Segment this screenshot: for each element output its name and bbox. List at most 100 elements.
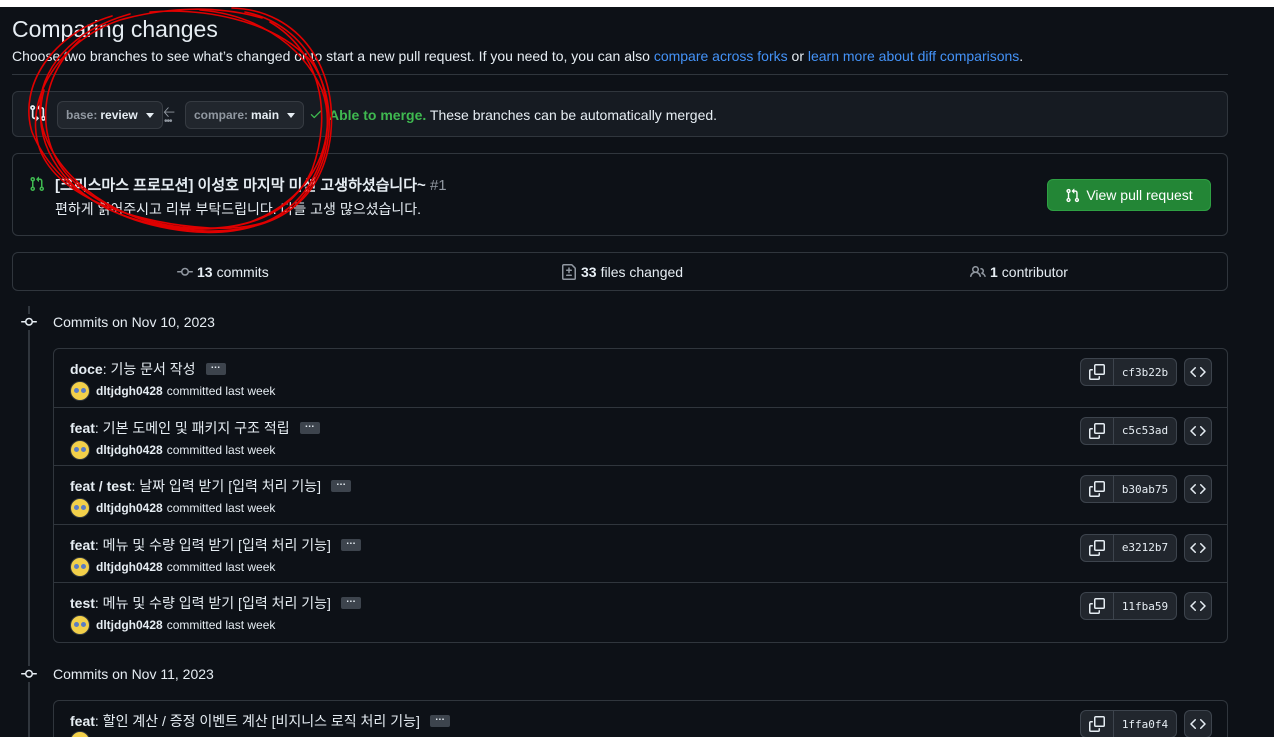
pr-title-text[interactable]: [크리스마스 프로모션] 이성호 마지막 미션 고생하셨습니다~ [55, 177, 426, 194]
files-count: 33 [581, 264, 597, 280]
commit-type[interactable]: feat / test [70, 478, 131, 494]
commit-author[interactable]: dltjdgh0428 [96, 501, 163, 515]
commit-row: doce : 기능 문서 작성 … dltjdgh0428 committed la… [54, 349, 1227, 408]
commit-row: feat / test : 날짜 입력 받기 [입력 처리 기능] … dltjd… [54, 466, 1227, 525]
sha-button-group: cf3b22b [1080, 358, 1177, 386]
files-label: files changed [600, 264, 684, 280]
subtitle-or: or [787, 48, 808, 64]
sha-button-group: e3212b7 [1080, 533, 1177, 562]
commit-sha-link[interactable]: cf3b22b [1114, 359, 1176, 385]
pull-request-title[interactable]: [크리스마스 프로모션] 이성호 마지막 미션 고생하셨습니다~ #1 [55, 174, 447, 195]
view-pull-request-button[interactable]: View pull request [1047, 179, 1211, 211]
dots-icon: ••• [164, 116, 172, 127]
commit-type[interactable]: feat [70, 713, 95, 729]
commit-row: feat : 메뉴 및 수량 입력 받기 [입력 처리 기능] … dltjdgh… [54, 525, 1227, 583]
commit-sha-link[interactable]: 11fba59 [1114, 593, 1176, 619]
expand-message-button[interactable]: … [299, 419, 320, 434]
overview-stats: 13 commits 33 files changed 1 contributo… [12, 252, 1228, 291]
commit-time: committed last week [166, 559, 276, 574]
commit-message[interactable]: feat : 기본 도메인 및 패키지 구조 적립 … [70, 418, 320, 438]
commit-sha-link[interactable]: c5c53ad [1114, 418, 1176, 444]
commit-summary[interactable]: : 메뉴 및 수량 입력 받기 [입력 처리 기능] [95, 535, 331, 555]
commit-type[interactable]: feat [70, 420, 95, 436]
copy-icon [1089, 364, 1105, 380]
avatar[interactable] [70, 556, 90, 577]
copy-icon [1089, 481, 1105, 497]
files-changed-tab[interactable]: 33 files changed [561, 264, 683, 280]
commits-count: 13 [197, 264, 213, 280]
copy-sha-button[interactable] [1081, 711, 1114, 737]
commit-summary[interactable]: : 기능 문서 작성 [103, 359, 196, 379]
compare-branch-select[interactable]: compare: main [185, 101, 305, 129]
commits-tab[interactable]: 13 commits [177, 264, 269, 280]
expand-message-button[interactable]: … [429, 713, 450, 727]
chevron-down-icon [145, 112, 154, 118]
sha-button-group: c5c53ad [1080, 416, 1177, 445]
commit-row: feat : 기본 도메인 및 패키지 구조 적립 … dltjdgh0428 co… [54, 408, 1227, 466]
commit-author[interactable]: dltjdgh0428 [96, 560, 163, 574]
browse-repo-button[interactable] [1184, 533, 1212, 562]
merge-status-label: Able to merge. [329, 107, 427, 123]
commit-type[interactable]: doce [70, 361, 103, 377]
commit-author[interactable]: dltjdgh0428 [96, 618, 163, 632]
contributors-count: 1 [990, 264, 998, 280]
contributors-tab[interactable]: 1 contributor [970, 264, 1068, 280]
expand-message-button[interactable]: … [340, 536, 361, 551]
commit-icon [177, 267, 193, 276]
copy-sha-button[interactable] [1081, 476, 1114, 502]
copy-sha-button[interactable] [1081, 534, 1114, 561]
pull-request-icon [1066, 188, 1080, 202]
expand-message-button[interactable]: … [340, 595, 361, 609]
commit-author[interactable]: dltjdgh0428 [96, 443, 163, 457]
code-icon [1190, 718, 1206, 730]
commit-list: doce : 기능 문서 작성… dltjdgh0428 committed la… [53, 348, 1228, 643]
browse-repo-button[interactable] [1184, 592, 1212, 620]
browse-repo-button[interactable] [1184, 358, 1212, 386]
copy-icon [1089, 539, 1105, 556]
commit-meta: dltjdgh0428 committed last week [70, 556, 276, 577]
commit-summary[interactable]: : 메뉴 및 수량 입력 받기 [입력 처리 기능] [95, 593, 331, 613]
avatar[interactable] [70, 615, 90, 635]
avatar[interactable] [70, 439, 90, 460]
commit-message[interactable]: feat : 메뉴 및 수량 입력 받기 [입력 처리 기능] … [70, 535, 361, 555]
commit-author[interactable]: dltjdgh0428 [96, 384, 163, 398]
browse-repo-button[interactable] [1184, 475, 1212, 503]
commit-row: feat : 할인 계산 / 증정 이벤트 계산 [비지니스 로직 처리 기능]… [54, 701, 1227, 737]
commit-type[interactable]: test [70, 595, 95, 611]
avatar[interactable] [70, 731, 90, 737]
commit-type[interactable]: feat [70, 537, 95, 553]
copy-icon [1089, 716, 1105, 732]
subtitle-text: Choose two branches to see what’s change… [12, 48, 654, 64]
base-prefix: base: [66, 108, 98, 122]
page-subtitle: Choose two branches to see what’s change… [12, 48, 1023, 64]
commit-message[interactable]: test : 메뉴 및 수량 입력 받기 [입력 처리 기능] … [70, 593, 361, 613]
chevron-down-icon [287, 112, 296, 118]
code-icon [1190, 600, 1206, 612]
commit-time: committed last week [166, 501, 276, 515]
commit-sha-link[interactable]: e3212b7 [1114, 535, 1176, 561]
commit-summary[interactable]: : 할인 계산 / 증정 이벤트 계산 [비지니스 로직 처리 기능] [95, 711, 420, 731]
learn-diff-link[interactable]: learn more about diff comparisons [808, 48, 1019, 64]
browse-repo-button[interactable] [1184, 710, 1212, 737]
copy-sha-button[interactable] [1081, 593, 1114, 619]
copy-icon [1089, 598, 1105, 614]
avatar[interactable] [70, 498, 90, 518]
commit-meta: dltjdgh0428 committed last week [70, 615, 275, 635]
copy-sha-button[interactable] [1081, 359, 1114, 385]
commit-sha-link[interactable]: 1ffa0f4 [1114, 711, 1176, 737]
compare-forks-link[interactable]: compare across forks [654, 48, 788, 64]
expand-message-button[interactable]: … [205, 361, 226, 375]
commit-summary[interactable]: : 기본 도메인 및 패키지 구조 적립 [95, 418, 290, 438]
base-branch-select[interactable]: base: review [57, 101, 163, 129]
commit-message[interactable]: feat / test : 날짜 입력 받기 [입력 처리 기능] … [70, 476, 352, 496]
commit-message[interactable]: doce : 기능 문서 작성 … [70, 359, 226, 379]
browse-repo-button[interactable] [1184, 416, 1212, 445]
avatar[interactable] [70, 381, 90, 401]
pull-request-icon [30, 176, 45, 192]
expand-message-button[interactable]: … [331, 478, 352, 492]
commit-message[interactable]: feat : 할인 계산 / 증정 이벤트 계산 [비지니스 로직 처리 기능]… [70, 711, 450, 731]
commit-summary[interactable]: : 날짜 입력 받기 [입력 처리 기능] [131, 476, 321, 496]
base-branch-name: review [100, 108, 138, 122]
copy-sha-button[interactable] [1081, 417, 1114, 444]
commit-sha-link[interactable]: b30ab75 [1114, 476, 1176, 502]
